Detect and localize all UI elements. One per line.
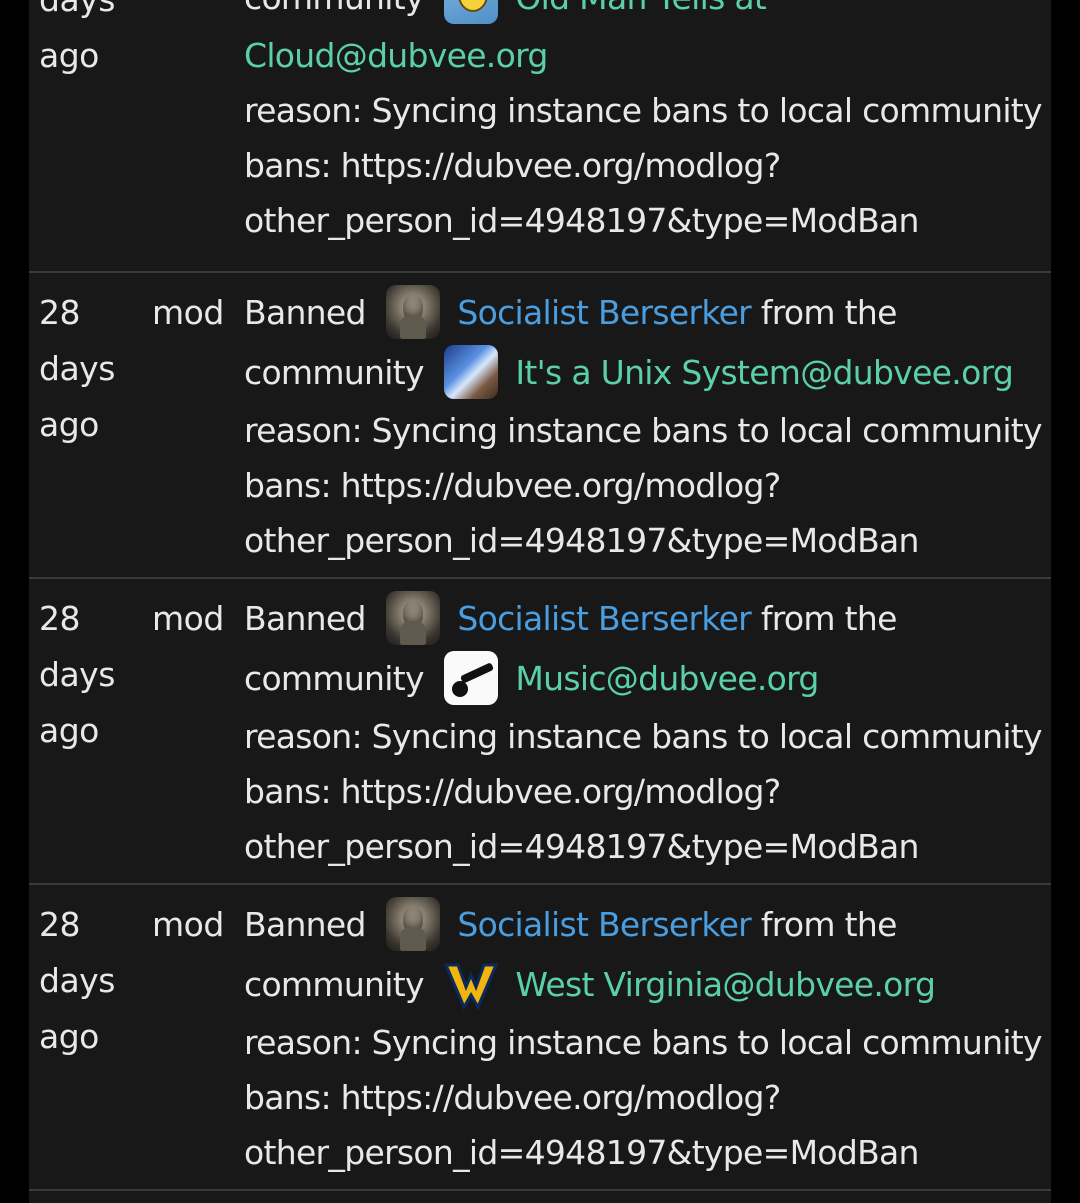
action-line: community Old Man Yells at [244, 0, 1044, 28]
role-label: mod [152, 293, 224, 332]
community-word: community [244, 965, 424, 1004]
modlog-row-partial: days ago community Old Man Yells at Clou… [29, 0, 1051, 273]
banned-word: Banned [244, 905, 366, 944]
action-line: Banned Socialist Berserker from the [244, 589, 1044, 649]
time-ago: 28 days ago [39, 591, 139, 759]
time-line: 28 [39, 293, 81, 332]
action-line: Banned Socialist Berserker from the [244, 895, 1044, 955]
music-guitar-avatar[interactable] [443, 650, 498, 705]
time-line: ago [39, 1017, 99, 1056]
reason-line: other_person_id=4948197&type=ModBan [244, 201, 919, 240]
modlog-row: 28 days ago mod Banned Socialist Berserk… [29, 579, 1051, 885]
reason-line: reason: Syncing instance bans to local c… [244, 1023, 1043, 1062]
user-link[interactable]: Socialist Berserker [457, 905, 751, 944]
reason-line: bans: https://dubvee.org/modlog? [244, 772, 781, 811]
community-word: community [244, 0, 424, 17]
time-line: days [39, 961, 115, 1000]
user-avatar[interactable] [385, 590, 440, 645]
reason-line: bans: https://dubvee.org/modlog? [244, 466, 781, 505]
time-line: days [39, 655, 115, 694]
user-link[interactable]: Socialist Berserker [457, 599, 751, 638]
reason-line: bans: https://dubvee.org/modlog? [244, 146, 781, 185]
reason-line: reason: Syncing instance bans to local c… [244, 91, 1043, 130]
old-man-yells-avatar[interactable] [443, 0, 498, 24]
role-label: mod [152, 905, 224, 944]
time-line: 28 [39, 905, 81, 944]
community-link[interactable]: Cloud@dubvee.org [244, 36, 548, 75]
action-line: Cloud@dubvee.org [244, 28, 1044, 83]
time-line: ago [39, 405, 99, 444]
community-word: community [244, 353, 424, 392]
modlog-row: 28 days ago mod Banned Socialist Berserk… [29, 885, 1051, 1191]
action-line: community West Virginia@dubvee.org [244, 955, 1044, 1015]
action-line: community It's a Unix System@dubvee.org [244, 343, 1044, 403]
reason-line: bans: https://dubvee.org/modlog? [244, 1078, 781, 1117]
user-avatar[interactable] [385, 284, 440, 339]
time-line: days [39, 349, 115, 388]
action-text: Banned Socialist Berserker from the comm… [244, 283, 1044, 568]
action-text: Banned Socialist Berserker from the comm… [244, 895, 1044, 1180]
role-label: mod [152, 599, 224, 638]
wv-logo-icon [443, 963, 498, 1010]
unix-system-avatar[interactable] [443, 344, 498, 399]
time-ago: days ago [39, 0, 139, 84]
community-link[interactable]: Old Man Yells at [515, 0, 766, 17]
community-link[interactable]: It's a Unix System@dubvee.org [515, 353, 1013, 392]
community-word: community [244, 659, 424, 698]
time-ago: 28 days ago [39, 897, 139, 1065]
time-line: days [39, 0, 139, 28]
reason-line: other_person_id=4948197&type=ModBan [244, 827, 919, 866]
time-line: ago [39, 711, 99, 750]
west-virginia-logo[interactable] [443, 957, 498, 1011]
action-line: community Music@dubvee.org [244, 649, 1044, 709]
action-text: Banned Socialist Berserker from the comm… [244, 589, 1044, 874]
banned-word: Banned [244, 293, 366, 332]
community-link[interactable]: West Virginia@dubvee.org [515, 965, 936, 1004]
reason-line: other_person_id=4948197&type=ModBan [244, 521, 919, 560]
modlog-row: 28 days ago mod Banned Socialist Berserk… [29, 273, 1051, 579]
community-link[interactable]: Music@dubvee.org [515, 659, 819, 698]
time-line: 28 [39, 599, 81, 638]
user-avatar[interactable] [385, 896, 440, 951]
banned-word: Banned [244, 599, 366, 638]
from-the-text: from the [760, 599, 898, 638]
from-the-text: from the [760, 293, 898, 332]
reason-line: other_person_id=4948197&type=ModBan [244, 1133, 919, 1172]
user-link[interactable]: Socialist Berserker [457, 293, 751, 332]
action-text: community Old Man Yells at Cloud@dubvee.… [244, 0, 1044, 248]
reason-line: reason: Syncing instance bans to local c… [244, 717, 1043, 756]
modlog-panel: days ago community Old Man Yells at Clou… [29, 0, 1051, 1203]
from-the-text: from the [760, 905, 898, 944]
action-line: Banned Socialist Berserker from the [244, 283, 1044, 343]
time-ago: 28 days ago [39, 285, 139, 453]
time-line: ago [39, 36, 99, 75]
reason-line: reason: Syncing instance bans to local c… [244, 411, 1043, 450]
